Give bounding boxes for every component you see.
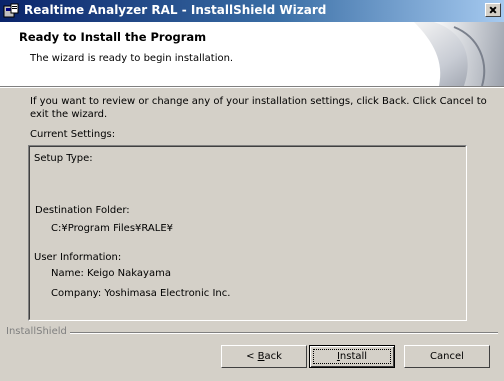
settings-box[interactable]: Setup Type: Destination Folder: C:¥Progr… (28, 145, 467, 321)
back-button-mnemonic: B (257, 350, 265, 362)
user-information-label: User Information: (34, 252, 122, 263)
current-settings-label: Current Settings: (30, 129, 116, 140)
company-value: Company: Yoshimasa Electronic Inc. (51, 288, 231, 299)
installer-icon[interactable] (3, 3, 19, 19)
window-title: Realtime Analyzer RAL - InstallShield Wi… (24, 3, 327, 17)
cancel-button[interactable]: Cancel (404, 345, 490, 368)
page-title: Ready to Install the Program (19, 30, 207, 44)
wizard-header: Ready to Install the Program The wizard … (0, 22, 504, 86)
header-graphic-icon (394, 22, 504, 86)
wizard-window: Realtime Analyzer RAL - InstallShield Wi… (0, 0, 504, 381)
installshield-brand: InstallShield (6, 326, 70, 337)
intro-text: If you want to review or change any of y… (30, 96, 487, 120)
brand-row: InstallShield (0, 326, 504, 340)
user-name-value: Name: Keigo Nakayama (51, 268, 171, 279)
title-bar[interactable]: Realtime Analyzer RAL - InstallShield Wi… (0, 0, 504, 22)
footer-divider (66, 332, 498, 334)
destination-folder-value: C:¥Program Files¥RALE¥ (51, 223, 174, 234)
page-subtitle: The wizard is ready to begin installatio… (30, 53, 234, 64)
install-focus-ring (313, 349, 391, 364)
destination-folder-label: Destination Folder: (35, 205, 130, 216)
setup-type-label: Setup Type: (34, 153, 93, 164)
back-button[interactable]: < Back (221, 345, 307, 368)
back-button-rest: ack (264, 350, 282, 362)
back-button-prefix: < (246, 350, 258, 362)
install-button[interactable]: Install (309, 345, 395, 368)
close-icon[interactable] (485, 3, 501, 17)
header-divider (0, 86, 504, 88)
